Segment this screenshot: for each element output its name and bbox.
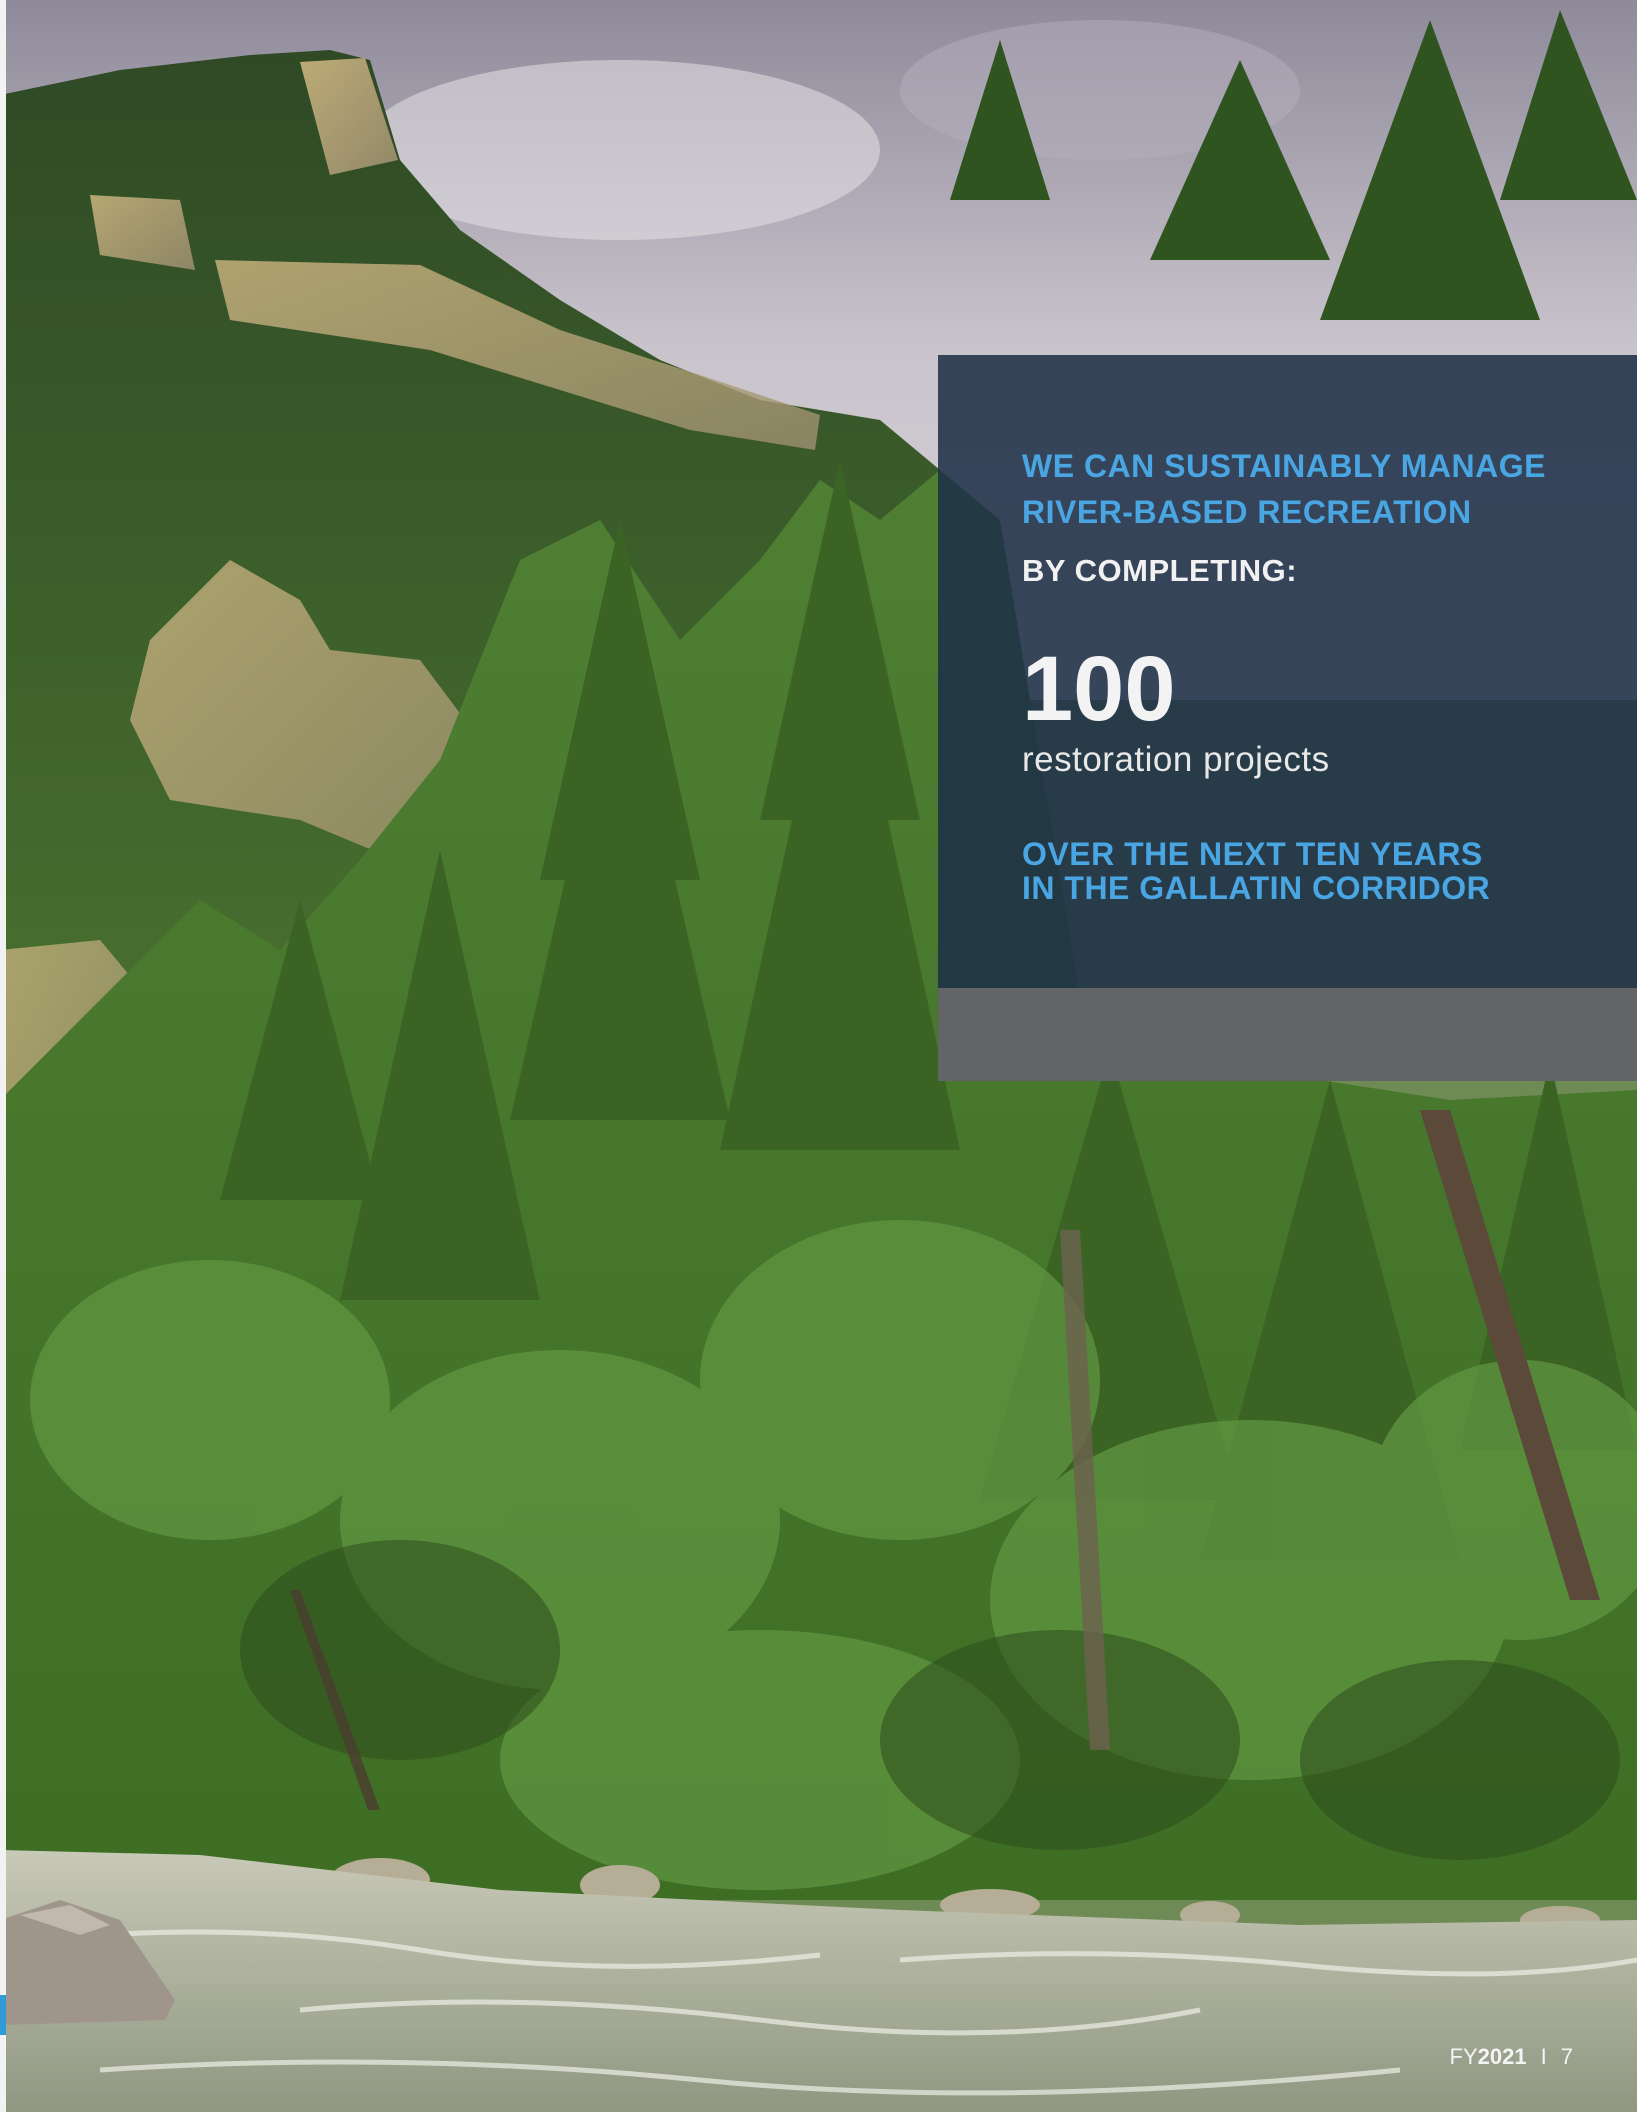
headline-line-2: RIVER-BASED RECREATION xyxy=(1022,494,1472,530)
panel-footer-bar xyxy=(938,988,1637,1081)
metric-number: 100 xyxy=(1022,638,1176,740)
page-footer: FY2021 I 7 xyxy=(1450,2044,1573,2070)
panel-subhead: BY COMPLETING: xyxy=(1022,553,1298,588)
info-panel: WE CAN SUSTAINABLY MANAGE RIVER-BASED RE… xyxy=(938,355,1637,988)
timeframe-line-1: OVER THE NEXT TEN YEARS xyxy=(1022,836,1483,872)
timeframe-line-2: IN THE GALLATIN CORRIDOR xyxy=(1022,870,1491,906)
page-edge xyxy=(0,0,6,2112)
headline-line-1: WE CAN SUSTAINABLY MANAGE xyxy=(1022,448,1546,484)
metric-label: restoration projects xyxy=(1022,740,1330,779)
fiscal-year: 2021 xyxy=(1477,2044,1527,2069)
edge-accent-mark xyxy=(0,1995,6,2035)
fiscal-year-prefix: FY xyxy=(1449,2044,1478,2069)
panel-timeframe: OVER THE NEXT TEN YEARS IN THE GALLATIN … xyxy=(1022,837,1490,905)
panel-headline: WE CAN SUSTAINABLY MANAGE RIVER-BASED RE… xyxy=(1022,443,1546,535)
footer-separator: I xyxy=(1540,2044,1547,2069)
page-number: 7 xyxy=(1560,2044,1573,2069)
